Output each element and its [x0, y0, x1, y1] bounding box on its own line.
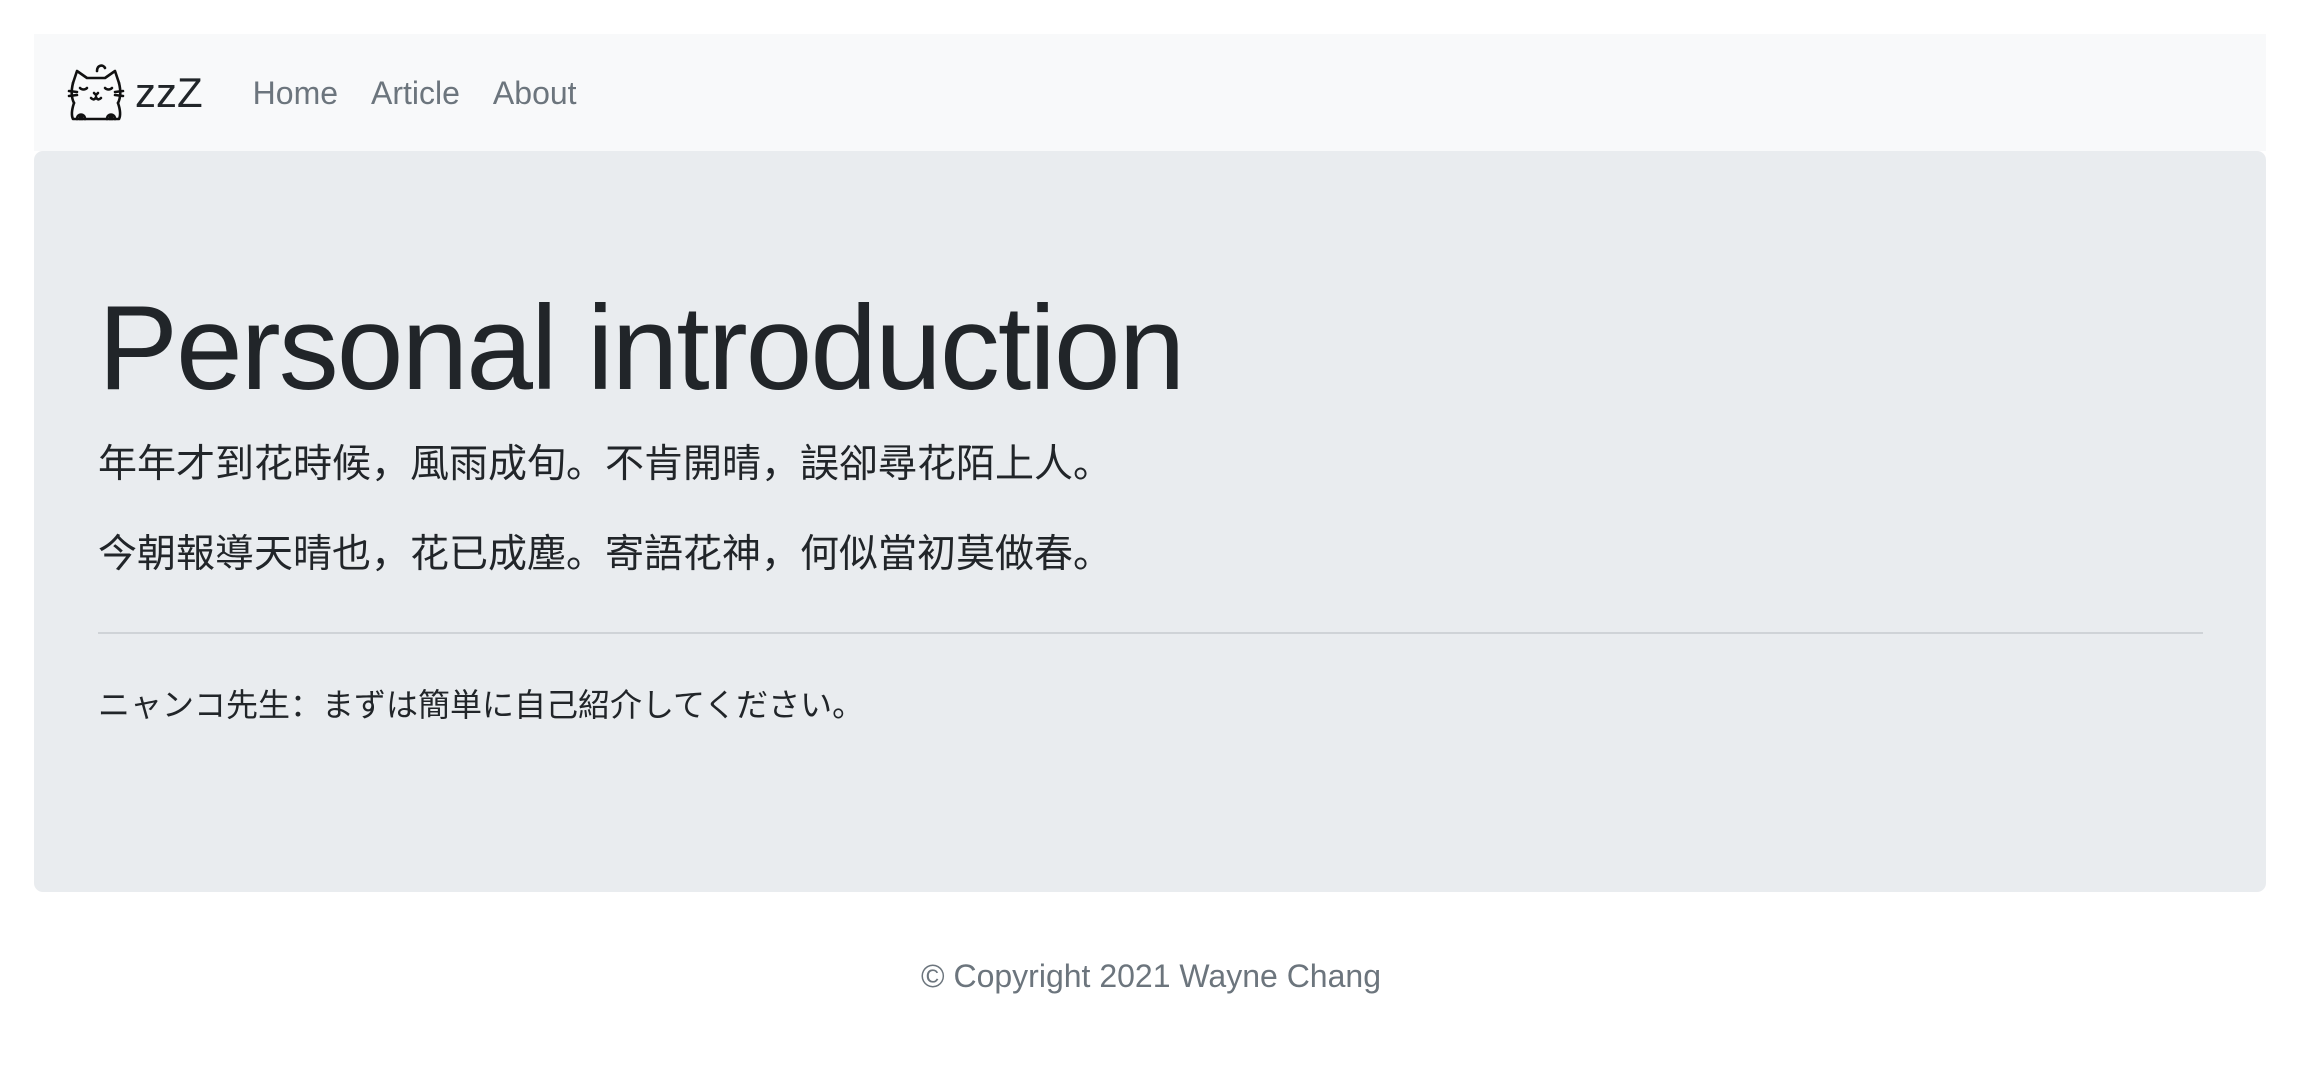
intro-prompt: ニャンコ先生：まずは簡単に自己紹介してください。: [98, 686, 865, 723]
poem-line-1: 年年才到花時候，風雨成旬。不肯開晴，誤卻尋花陌上人。: [98, 443, 1113, 486]
nav-link-about[interactable]: About: [493, 77, 577, 109]
nav-link-article[interactable]: Article: [371, 77, 460, 109]
page-container: zzZ Home Article About Personal introduc…: [34, 34, 2266, 892]
brand-link[interactable]: zzZ: [67, 61, 203, 125]
divider: [98, 631, 2203, 634]
copyright-text: © Copyright 2021 Wayne Chang: [921, 958, 1381, 994]
nav-link-home[interactable]: Home: [253, 77, 338, 109]
intro-jumbotron: Personal introduction 年年才到花時候，風雨成旬。不肯開晴，…: [34, 151, 2266, 892]
brand-name: zzZ: [135, 68, 203, 116]
sleeping-cat-icon: [67, 61, 125, 125]
page-title: Personal introduction: [98, 281, 1185, 415]
nav-links: Home Article About: [253, 77, 610, 109]
footer: © Copyright 2021 Wayne Chang: [0, 958, 2302, 995]
navbar: zzZ Home Article About: [34, 34, 2266, 151]
poem-line-2: 今朝報導天晴也，花已成塵。寄語花神，何似當初莫做春。: [98, 532, 1113, 576]
